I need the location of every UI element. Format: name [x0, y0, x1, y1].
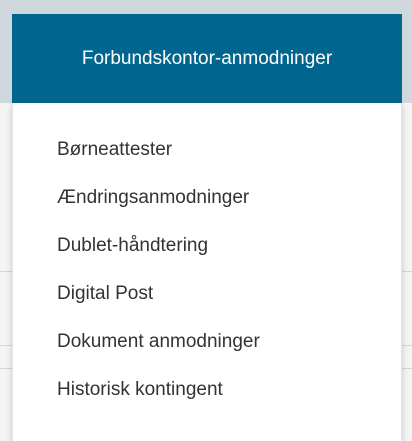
background-panel-right: [402, 103, 412, 441]
dropdown-menu: Børneattester Ændringsanmodninger Dublet…: [12, 103, 402, 441]
nav-bar: Forbundskontor-anmodninger: [0, 0, 412, 103]
dropdown-menu-list: Børneattester Ændringsanmodninger Dublet…: [13, 103, 401, 414]
menu-item-duplicate-handling[interactable]: Dublet-håndtering: [13, 222, 401, 270]
background-panel-left: [0, 103, 12, 441]
menu-item-child-certificates[interactable]: Børneattester: [13, 126, 401, 174]
nav-menu-federation-office-requests[interactable]: Forbundskontor-anmodninger: [12, 14, 402, 103]
menu-item-change-requests[interactable]: Ændringsanmodninger: [13, 174, 401, 222]
menu-item-digital-post[interactable]: Digital Post: [13, 270, 401, 318]
page: Forbundskontor-anmodninger Børneattester…: [0, 0, 412, 441]
menu-item-document-requests[interactable]: Dokument anmodninger: [13, 318, 401, 366]
menu-item-historical-membership-fee[interactable]: Historisk kontingent: [13, 366, 401, 414]
nav-menu-label: Forbundskontor-anmodninger: [81, 47, 333, 69]
